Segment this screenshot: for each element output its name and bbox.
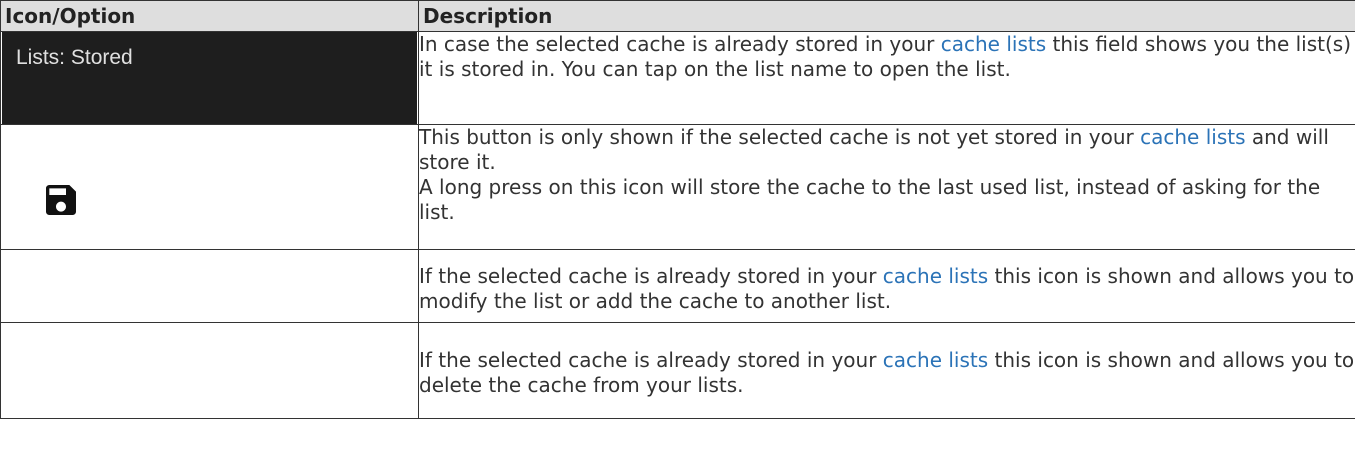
description-text: In case the selected cache is already st… bbox=[419, 32, 941, 56]
description-cell: If the selected cache is already stored … bbox=[418, 322, 1355, 419]
header-row: Icon/Option Description bbox=[0, 0, 1355, 32]
description-text: If the selected cache is already stored … bbox=[419, 348, 883, 372]
icon-cell bbox=[0, 249, 419, 323]
icon-cell: Lists: Stored bbox=[0, 31, 419, 125]
cache-lists-link[interactable]: cache lists bbox=[1140, 125, 1245, 149]
cache-lists-link[interactable]: cache lists bbox=[883, 348, 988, 372]
cache-lists-link[interactable]: cache lists bbox=[883, 264, 988, 288]
description-text: This button is only shown if the selecte… bbox=[419, 125, 1141, 149]
description-cell: This button is only shown if the selecte… bbox=[418, 124, 1355, 250]
description-cell: If the selected cache is already stored … bbox=[418, 249, 1355, 323]
icon-cell bbox=[0, 322, 419, 419]
icon-cell bbox=[0, 124, 419, 250]
lists-stored-label: Lists: Stored bbox=[16, 46, 133, 69]
table-row: If the selected cache is already stored … bbox=[0, 249, 1355, 323]
description-text: If the selected cache is already stored … bbox=[419, 264, 883, 288]
table-row: If the selected cache is already stored … bbox=[0, 322, 1355, 419]
cache-lists-link[interactable]: cache lists bbox=[941, 32, 1046, 56]
table-row: Lists: Stored In case the selected cache… bbox=[0, 31, 1355, 125]
lists-stored-field: Lists: Stored bbox=[2, 32, 417, 124]
header-description: Description bbox=[418, 0, 1355, 32]
description-text: A long press on this icon will store the… bbox=[419, 175, 1321, 224]
options-table: Icon/Option Description Lists: Stored In… bbox=[0, 0, 1355, 419]
table-row: This button is only shown if the selecte… bbox=[0, 124, 1355, 250]
save-icon bbox=[46, 185, 76, 215]
header-icon-option: Icon/Option bbox=[0, 0, 419, 32]
description-cell: In case the selected cache is already st… bbox=[418, 31, 1355, 125]
